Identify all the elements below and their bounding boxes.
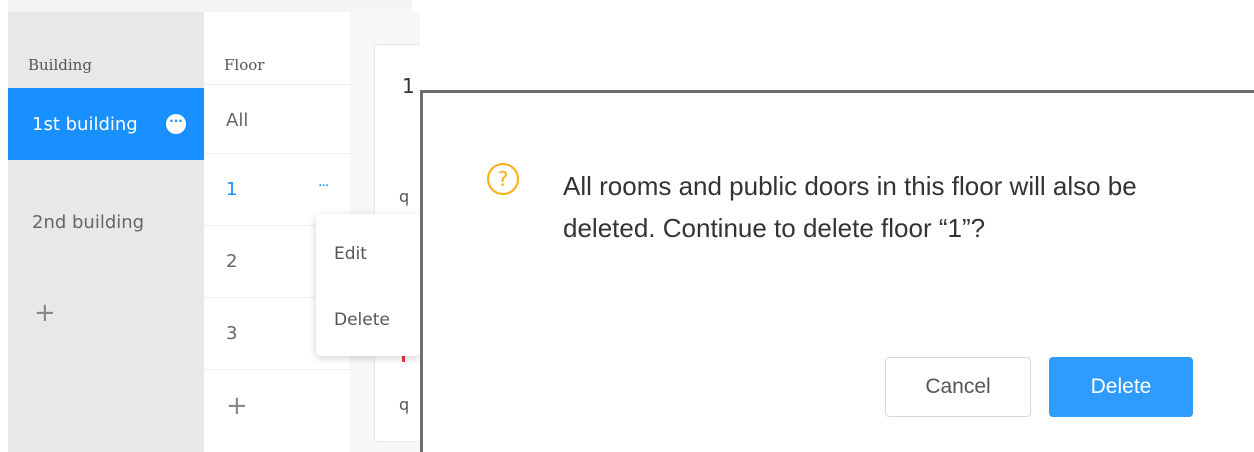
building-item-1st[interactable]: 1st building ··· <box>8 88 204 160</box>
building-column: Building 1st building ··· 2nd building + <box>8 12 204 452</box>
floor-column-header: Floor <box>224 56 265 74</box>
background-app: Building 1st building ··· 2nd building +… <box>0 0 420 452</box>
plus-icon: + <box>226 390 248 421</box>
menu-item-edit[interactable]: Edit <box>334 244 367 264</box>
more-options-icon[interactable]: ··· <box>318 178 329 194</box>
content-row-fragment: q <box>399 395 410 414</box>
top-strip <box>8 0 412 12</box>
confirm-delete-dialog: ? All rooms and public doors in this flo… <box>420 90 1254 452</box>
floor-item-label: 2 <box>226 251 238 272</box>
floor-item-label: 1 <box>226 179 238 200</box>
dialog-message: All rooms and public doors in this floor… <box>563 171 1137 243</box>
cancel-button[interactable]: Cancel <box>885 357 1031 417</box>
menu-item-delete[interactable]: Delete <box>334 310 390 330</box>
content-row-fragment: q <box>399 187 410 206</box>
floor-context-menu: Edit Delete <box>316 214 420 356</box>
building-item-label: 2nd building <box>32 211 145 233</box>
more-options-icon[interactable]: ··· <box>166 114 186 134</box>
building-item-label: 1st building <box>32 113 138 135</box>
floor-item-label: 3 <box>226 323 238 344</box>
floor-item-all[interactable]: All <box>204 84 350 156</box>
floor-item-label: All <box>226 110 249 131</box>
add-floor-button[interactable]: + <box>204 369 350 441</box>
add-building-button[interactable]: + <box>34 298 56 328</box>
question-circle-icon: ? <box>487 163 519 195</box>
content-title-fragment: 1 <box>402 74 415 98</box>
building-item-2nd[interactable]: 2nd building <box>8 186 204 258</box>
building-column-header: Building <box>28 56 92 74</box>
screen: Building 1st building ··· 2nd building +… <box>0 0 1254 452</box>
delete-button[interactable]: Delete <box>1049 357 1193 417</box>
